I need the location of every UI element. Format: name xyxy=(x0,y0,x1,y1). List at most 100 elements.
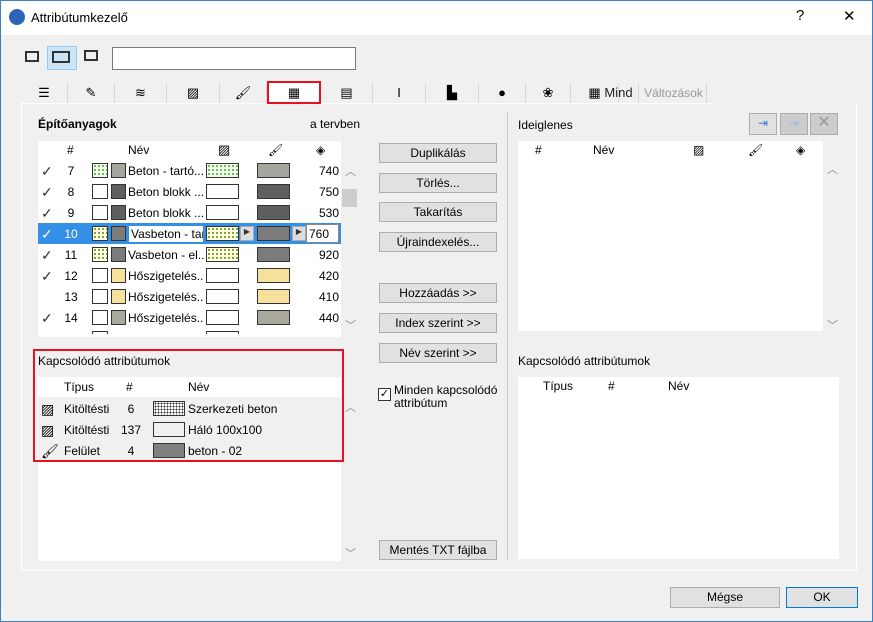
related-swatch xyxy=(153,422,185,437)
view-left-icon[interactable] xyxy=(21,47,43,67)
duplicate-button[interactable]: Duplikálás xyxy=(379,143,497,163)
app-logo-icon xyxy=(9,9,25,25)
related-swatch xyxy=(153,443,185,458)
tab-city[interactable]: ● xyxy=(479,83,526,103)
header-num: # xyxy=(126,380,133,394)
related-name: Háló 100x100 xyxy=(188,423,263,437)
header-type: Típus xyxy=(64,380,95,394)
by-name-button[interactable]: Név szerint >> xyxy=(379,343,497,363)
surface-color xyxy=(257,205,290,220)
list-item[interactable]: ✓ 12 Hőszigetelés... 420 xyxy=(38,265,341,286)
tab-line[interactable]: ≋ xyxy=(115,83,167,103)
tab-zone[interactable]: ▙ xyxy=(426,83,479,103)
save-txt-button[interactable]: Mentés TXT fájlba xyxy=(379,540,497,560)
list-item[interactable]: ✓ 11 Vasbeton - el... 920 xyxy=(38,244,341,265)
in-plan-check-icon: ✓ xyxy=(41,247,53,263)
in-plan-label: a tervben xyxy=(310,117,361,131)
export-file-button[interactable]: ⇥ xyxy=(780,113,808,135)
row-name: Hőszigetelés... xyxy=(128,311,204,325)
add-button[interactable]: Hozzáadás >> xyxy=(379,283,497,303)
row-num: 10 xyxy=(64,227,78,241)
related-item[interactable]: ▨ Kitöltésti 137 Háló 100x100 xyxy=(38,419,341,440)
row-num: 14 xyxy=(64,311,78,325)
fill-swatch xyxy=(92,205,108,220)
purge-button[interactable]: Takarítás xyxy=(379,202,497,222)
fill-pattern xyxy=(206,289,239,304)
list-item[interactable]: ✓ 8 Beton blokk ... 750 xyxy=(38,181,341,202)
surface-swatch xyxy=(111,163,126,178)
row-num: 13 xyxy=(64,290,78,304)
view-right-icon[interactable] xyxy=(81,47,103,67)
row-name[interactable]: Vasbeton - tar xyxy=(128,225,204,243)
surface-swatch xyxy=(111,247,126,262)
search-input[interactable] xyxy=(112,47,356,70)
fill-pattern xyxy=(206,205,239,220)
by-index-button[interactable]: Index szerint >> xyxy=(379,313,497,333)
tab-building-material[interactable]: ▦ xyxy=(267,81,321,104)
title-bar: Attribútumkezelő ? ✕ xyxy=(1,1,872,35)
ok-button[interactable]: OK xyxy=(786,587,858,608)
related-item[interactable]: ▨ Kitöltésti 6 Szerkezeti beton xyxy=(38,398,341,419)
delete-button[interactable]: Törlés... xyxy=(379,173,497,193)
related-type: Kitöltésti xyxy=(64,402,110,416)
in-plan-check-icon: ✓ xyxy=(41,163,53,179)
remove-button[interactable]: ✕ xyxy=(810,113,838,135)
close-button[interactable]: ✕ xyxy=(843,7,856,25)
building-material-icon: ▦ xyxy=(287,85,301,100)
fill-dropdown-arrow-icon[interactable]: ▶ xyxy=(240,226,254,241)
tab-all[interactable]: Mind xyxy=(599,83,639,103)
reindex-button[interactable]: Újraindexelés... xyxy=(379,232,497,252)
import-file-button[interactable]: ⇥ xyxy=(749,113,777,135)
related-title: Kapcsolódó attribútumok xyxy=(38,354,171,368)
related-type: Kitöltésti xyxy=(64,423,110,437)
line-icon: ≋ xyxy=(135,85,146,100)
row-num: 9 xyxy=(67,206,75,220)
list-item[interactable]: ✓ 9 Beton blokk ... 530 xyxy=(38,202,341,223)
list-item[interactable]: 13 Hőszigetelés... 410 xyxy=(38,286,341,307)
row-name: Beton blokk ... xyxy=(128,185,204,199)
fill-swatch xyxy=(92,310,108,325)
mep-icon: ❀ xyxy=(542,85,554,100)
in-plan-check-icon: ✓ xyxy=(41,205,53,221)
surface-icon: 🖌 xyxy=(234,85,252,100)
help-button[interactable]: ? xyxy=(796,7,804,24)
all-related-label: Minden kapcsolódó attribútum xyxy=(394,383,498,410)
list-item[interactable]: ✓ 7 Beton - tartó... 740 xyxy=(38,160,341,181)
tab-composite[interactable]: ▤ xyxy=(321,83,373,103)
temp-list xyxy=(518,141,823,331)
surface-header-icon: 🖌 xyxy=(268,143,284,157)
row-name: Beton blokk ... xyxy=(128,206,204,220)
surface-swatch xyxy=(111,268,126,283)
surface-color xyxy=(257,184,290,199)
tab-pen[interactable]: ✎ xyxy=(68,83,115,103)
surface-color xyxy=(257,247,290,262)
tab-changes[interactable]: Változások xyxy=(641,83,707,103)
view-both-icon[interactable] xyxy=(47,46,77,70)
tab-layers[interactable]: ☰ xyxy=(21,83,68,103)
surface-color xyxy=(257,226,290,241)
list-scrollbar[interactable]: ︿ ﹀ xyxy=(341,159,358,334)
surface-color xyxy=(257,310,290,325)
related-item[interactable]: 🖌 Felület 4 beton - 02 xyxy=(38,440,341,461)
related-name: beton - 02 xyxy=(188,444,243,458)
surface-swatch xyxy=(111,310,126,325)
header-type: Típus xyxy=(543,379,574,393)
tab-profile[interactable]: I xyxy=(373,83,426,103)
header-num: # xyxy=(67,143,74,157)
fill-swatch xyxy=(92,226,108,241)
list-item[interactable]: ✓ 10 Vasbeton - tar ▶ ▶ 760 xyxy=(38,223,341,244)
row-num: 8 xyxy=(67,185,75,199)
fill-pattern xyxy=(206,268,239,283)
tab-mep[interactable]: ❀ xyxy=(526,83,571,103)
surface-color xyxy=(257,163,290,178)
fill-pattern xyxy=(206,310,239,325)
row-value[interactable]: 760 xyxy=(306,224,339,243)
all-related-checkbox[interactable]: ✓ xyxy=(378,388,391,401)
list-item[interactable]: ✓ 14 Hőszigetelés... 440 xyxy=(38,307,341,328)
cancel-button[interactable]: Mégse xyxy=(670,587,780,608)
tab-fill[interactable]: ▨ xyxy=(167,83,220,103)
surface-dropdown-arrow-icon[interactable]: ▶ xyxy=(292,226,306,241)
header-name: Név xyxy=(593,143,615,157)
row-name: Vasbeton - el... xyxy=(128,248,204,262)
tab-surface[interactable]: 🖌 xyxy=(220,83,267,103)
